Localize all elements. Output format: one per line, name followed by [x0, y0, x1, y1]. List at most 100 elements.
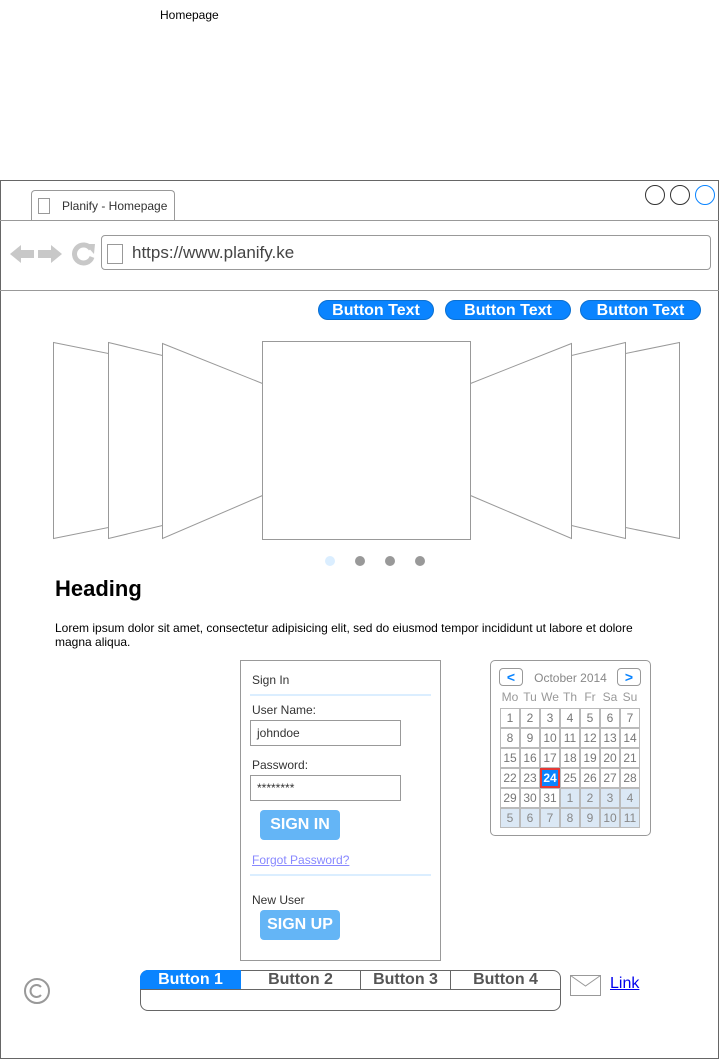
calendar-day-next-month[interactable]: 10	[600, 808, 620, 828]
password-label: Password:	[252, 758, 309, 772]
calendar-day[interactable]: 17	[540, 748, 560, 768]
calendar-week-row: 8 9 10 11 12 13 14	[500, 728, 640, 748]
calendar-day-next-month[interactable]: 7	[540, 808, 560, 828]
calendar-week-row: 1 2 3 4 5 6 7	[500, 708, 640, 728]
url-text[interactable]: https://www.planify.ke	[132, 243, 294, 263]
calendar-day[interactable]: 29	[500, 788, 520, 808]
calendar-day[interactable]: 13	[600, 728, 620, 748]
carousel-dot-3[interactable]	[385, 556, 395, 566]
calendar-day[interactable]: 8	[500, 728, 520, 748]
calendar-day[interactable]: 5	[580, 708, 600, 728]
calendar-day[interactable]: 3	[540, 708, 560, 728]
calendar-day[interactable]: 14	[620, 728, 640, 748]
window-close-button[interactable]	[695, 185, 715, 205]
calendar-day[interactable]: 22	[500, 768, 520, 788]
calendar-weekday-header: Mo Tu We Th Fr Sa Su	[500, 690, 641, 704]
username-field[interactable]: johndoe	[250, 720, 401, 746]
bar-button-4[interactable]: Button 4	[451, 970, 560, 990]
mail-icon[interactable]	[570, 975, 601, 996]
calendar-day[interactable]: 15	[500, 748, 520, 768]
window-maximize-button[interactable]	[670, 185, 690, 205]
footer-link[interactable]: Link	[610, 975, 639, 993]
weekday-label: Th	[562, 690, 577, 704]
bar-button-1[interactable]: Button 1	[140, 970, 241, 990]
calendar-day[interactable]: 28	[620, 768, 640, 788]
page-document-icon	[107, 244, 123, 264]
weekday-label: Sa	[602, 690, 618, 704]
page-label: Homepage	[160, 8, 219, 22]
back-arrow-icon[interactable]	[10, 243, 36, 265]
newuser-divider	[250, 874, 431, 876]
calendar-day[interactable]: 2	[520, 708, 540, 728]
signin-button[interactable]: SIGN IN	[260, 810, 340, 840]
forward-arrow-icon[interactable]	[38, 243, 64, 265]
carousel-slide-left-2	[108, 341, 163, 540]
page-heading: Heading	[55, 576, 142, 601]
calendar-day[interactable]: 4	[560, 708, 580, 728]
carousel-dot-2[interactable]	[355, 556, 365, 566]
nav-button-2[interactable]: Button Text	[445, 300, 571, 320]
calendar-day[interactable]: 1	[500, 708, 520, 728]
calendar-day-next-month[interactable]: 11	[620, 808, 640, 828]
new-user-label: New User	[252, 893, 305, 907]
calendar-day[interactable]: 23	[520, 768, 540, 788]
calendar-week-row: 5 6 7 8 9 10 11	[500, 808, 640, 828]
calendar-day[interactable]: 31	[540, 788, 560, 808]
calendar-day-next-month[interactable]: 9	[580, 808, 600, 828]
calendar-day-selected[interactable]: 24	[540, 768, 560, 788]
calendar-day[interactable]: 6	[600, 708, 620, 728]
weekday-label: Su	[622, 690, 638, 704]
signup-button[interactable]: SIGN UP	[260, 910, 340, 940]
calendar-day-next-month[interactable]: 8	[560, 808, 580, 828]
carousel-slide-right-1	[470, 342, 572, 540]
toolbar-divider	[0, 290, 719, 291]
calendar-day-next-month[interactable]: 5	[500, 808, 520, 828]
carousel-slide-right-2	[571, 341, 626, 540]
calendar-day-next-month[interactable]: 2	[580, 788, 600, 808]
tab-title: Planify - Homepage	[62, 199, 168, 213]
calendar-day[interactable]: 18	[560, 748, 580, 768]
calendar-day[interactable]: 11	[560, 728, 580, 748]
username-label: User Name:	[252, 703, 317, 717]
carousel-slide-center	[262, 341, 471, 540]
calendar-day-next-month[interactable]: 6	[520, 808, 540, 828]
carousel-dot-1[interactable]	[325, 556, 335, 566]
calendar-day-grid: 1 2 3 4 5 6 7 8 9 10 11 12 13 14 15 16 1…	[500, 708, 640, 828]
signin-title: Sign In	[252, 673, 290, 687]
carousel-slide-left-1	[162, 342, 263, 540]
calendar-day[interactable]: 20	[600, 748, 620, 768]
reload-icon[interactable]	[70, 241, 96, 267]
image-carousel[interactable]	[50, 338, 684, 544]
calendar-week-row: 29 30 31 1 2 3 4	[500, 788, 640, 808]
forgot-password-link[interactable]: Forgot Password?	[252, 853, 349, 867]
calendar-day[interactable]: 10	[540, 728, 560, 748]
calendar-day[interactable]: 30	[520, 788, 540, 808]
password-field[interactable]: ********	[250, 775, 401, 801]
calendar-day[interactable]: 16	[520, 748, 540, 768]
signin-divider	[250, 694, 431, 696]
tab-document-icon	[38, 198, 50, 214]
nav-button-1[interactable]: Button Text	[318, 300, 434, 320]
calendar-day[interactable]: 26	[580, 768, 600, 788]
calendar-day[interactable]: 7	[620, 708, 640, 728]
nav-button-3[interactable]: Button Text	[580, 300, 701, 320]
calendar-day[interactable]: 25	[560, 768, 580, 788]
calendar-day-next-month[interactable]: 1	[560, 788, 580, 808]
calendar-week-row: 22 23 24 25 26 27 28	[500, 768, 640, 788]
bar-button-3[interactable]: Button 3	[361, 970, 451, 990]
calendar-day[interactable]: 21	[620, 748, 640, 768]
body-paragraph: Lorem ipsum dolor sit amet, consectetur …	[55, 621, 633, 649]
calendar-next-button[interactable]: >	[617, 668, 641, 686]
carousel-slide-left-3	[53, 341, 109, 540]
weekday-label: Tu	[523, 690, 537, 704]
calendar-week-row: 15 16 17 18 19 20 21	[500, 748, 640, 768]
window-minimize-button[interactable]	[645, 185, 665, 205]
bar-button-2[interactable]: Button 2	[241, 970, 361, 990]
calendar-day[interactable]: 27	[600, 768, 620, 788]
carousel-dot-4[interactable]	[415, 556, 425, 566]
calendar-day[interactable]: 19	[580, 748, 600, 768]
calendar-day-next-month[interactable]: 3	[600, 788, 620, 808]
calendar-day[interactable]: 9	[520, 728, 540, 748]
calendar-day-next-month[interactable]: 4	[620, 788, 640, 808]
calendar-day[interactable]: 12	[580, 728, 600, 748]
